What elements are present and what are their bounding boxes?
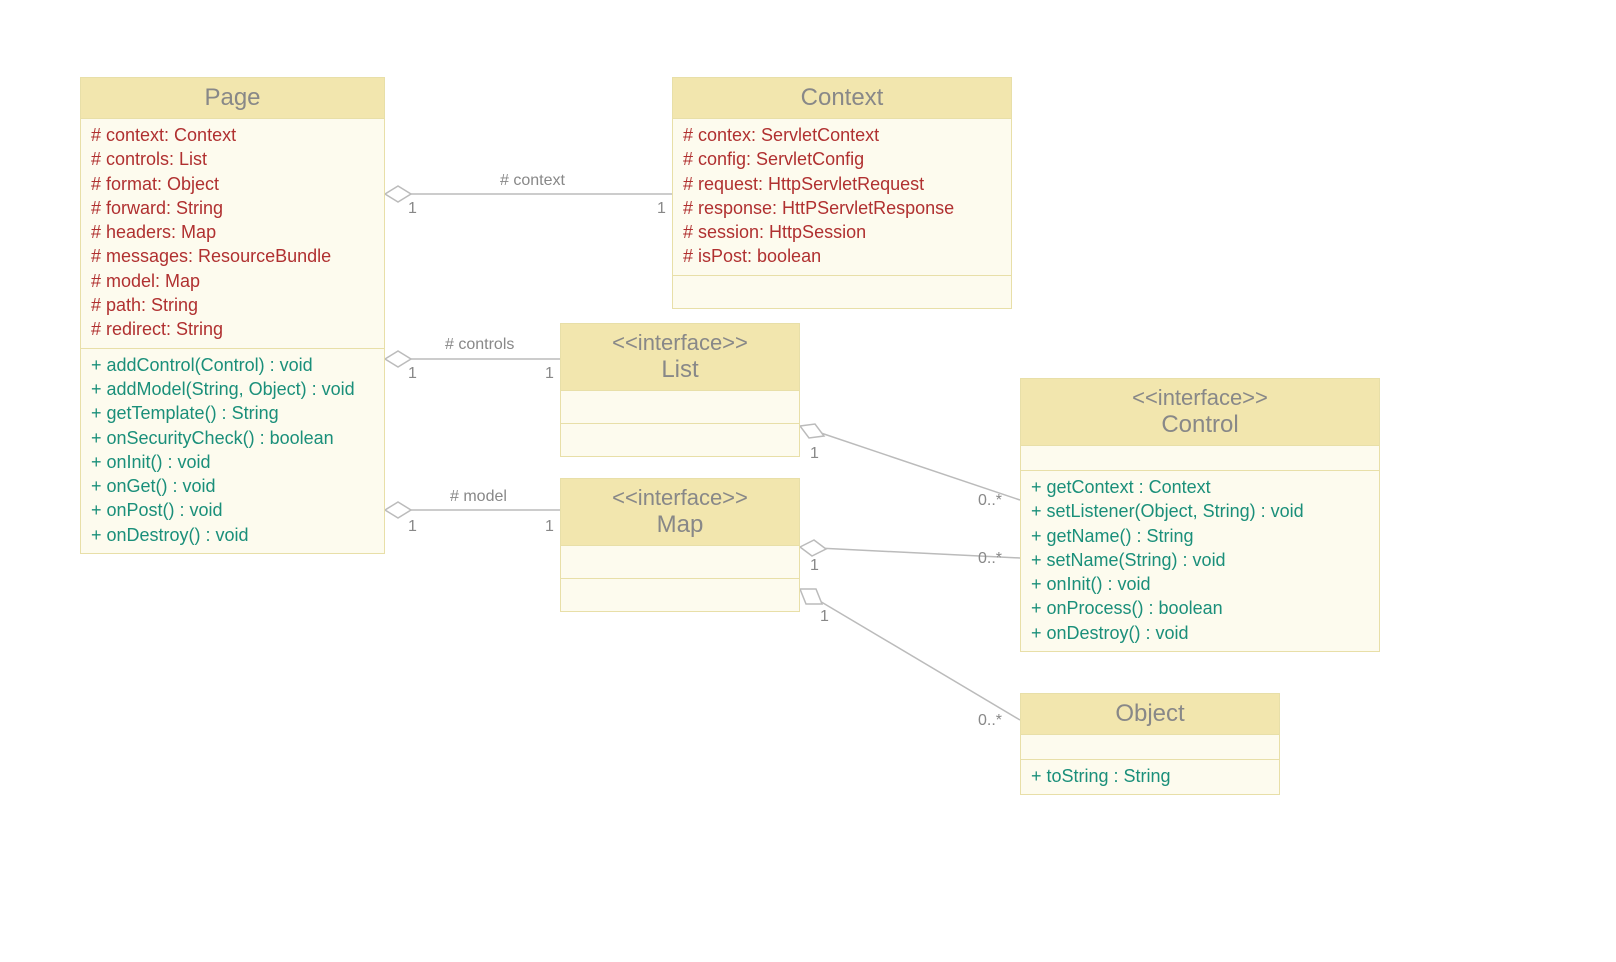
title-text: Map: [657, 511, 704, 538]
rel-map-object: [818, 600, 1020, 720]
class-map-attrs: [561, 546, 799, 579]
class-context-attrs: # contex: ServletContext # config: Servl…: [673, 119, 1011, 276]
mult-map-object-left: 1: [820, 608, 829, 626]
class-page-ops: + addControl(Control) : void + addModel(…: [81, 349, 384, 553]
diamond-map-control: [800, 540, 826, 556]
class-context-title: Context: [673, 78, 1011, 119]
attr: # model: Map: [91, 269, 374, 293]
op: + getName() : String: [1031, 524, 1369, 548]
op: + addModel(String, Object) : void: [91, 377, 374, 401]
mult-page-list-right: 1: [545, 365, 554, 383]
class-object: Object + toString : String: [1020, 693, 1280, 795]
mult-page-map-left: 1: [408, 518, 417, 536]
class-control: <<interface>> Control + getContext : Con…: [1020, 378, 1380, 652]
rel-list-control: [818, 432, 1020, 500]
class-page-attrs: # context: Context # controls: List # fo…: [81, 119, 384, 349]
attr: # redirect: String: [91, 317, 374, 341]
attr: # controls: List: [91, 147, 374, 171]
class-page: Page # context: Context # controls: List…: [80, 77, 385, 554]
op: + onPost() : void: [91, 498, 374, 522]
class-context-ops: [673, 276, 1011, 308]
attr: # forward: String: [91, 196, 374, 220]
op: + onInit() : void: [91, 450, 374, 474]
class-context: Context # contex: ServletContext # confi…: [672, 77, 1012, 309]
op: + onSecurityCheck() : boolean: [91, 426, 374, 450]
diamond-map-object: [800, 589, 822, 604]
class-list-ops: [561, 424, 799, 456]
class-control-ops: + getContext : Context + setListener(Obj…: [1021, 471, 1379, 651]
class-object-attrs: [1021, 735, 1279, 760]
class-control-title: <<interface>> Control: [1021, 379, 1379, 446]
mult-map-object-right: 0..*: [978, 712, 1002, 730]
op: + getContext : Context: [1031, 475, 1369, 499]
attr: # session: HttpSession: [683, 220, 1001, 244]
title-text: Control: [1161, 411, 1238, 438]
class-control-attrs: [1021, 446, 1379, 471]
class-list-title: <<interface>> List: [561, 324, 799, 391]
op: + onProcess() : boolean: [1031, 596, 1369, 620]
class-object-ops: + toString : String: [1021, 760, 1279, 794]
op: + toString : String: [1031, 764, 1269, 788]
mult-map-control-left: 1: [810, 557, 819, 575]
attr: # contex: ServletContext: [683, 123, 1001, 147]
class-list: <<interface>> List: [560, 323, 800, 457]
mult-page-context-left: 1: [408, 200, 417, 218]
op: + getTemplate() : String: [91, 401, 374, 425]
class-map-ops: [561, 579, 799, 611]
attr: # response: HttPServletResponse: [683, 196, 1001, 220]
mult-list-control-left: 1: [810, 445, 819, 463]
attr: # headers: Map: [91, 220, 374, 244]
diamond-page-map: [385, 502, 411, 518]
mult-page-context-right: 1: [657, 200, 666, 218]
stereotype: <<interface>>: [571, 330, 789, 356]
mult-page-map-right: 1: [545, 518, 554, 536]
op: + setName(String) : void: [1031, 548, 1369, 572]
attr: # context: Context: [91, 123, 374, 147]
rel-label-context: # context: [500, 172, 565, 190]
diamond-list-control: [800, 424, 824, 438]
class-map-title: <<interface>> Map: [561, 479, 799, 546]
class-page-title: Page: [81, 78, 384, 119]
op: + setListener(Object, String) : void: [1031, 499, 1369, 523]
mult-list-control-right: 0..*: [978, 492, 1002, 510]
op: + onDestroy() : void: [1031, 621, 1369, 645]
mult-map-control-right: 0..*: [978, 550, 1002, 568]
title-text: List: [661, 356, 698, 383]
class-map: <<interface>> Map: [560, 478, 800, 612]
attr: # format: Object: [91, 172, 374, 196]
rel-label-controls: # controls: [445, 336, 514, 354]
op: + onDestroy() : void: [91, 523, 374, 547]
op: + onGet() : void: [91, 474, 374, 498]
attr: # path: String: [91, 293, 374, 317]
attr: # config: ServletConfig: [683, 147, 1001, 171]
class-list-attrs: [561, 391, 799, 424]
attr: # isPost: boolean: [683, 244, 1001, 268]
attr: # request: HttpServletRequest: [683, 172, 1001, 196]
op: + onInit() : void: [1031, 572, 1369, 596]
class-object-title: Object: [1021, 694, 1279, 735]
op: + addControl(Control) : void: [91, 353, 374, 377]
mult-page-list-left: 1: [408, 365, 417, 383]
stereotype: <<interface>>: [571, 485, 789, 511]
attr: # messages: ResourceBundle: [91, 244, 374, 268]
stereotype: <<interface>>: [1031, 385, 1369, 411]
rel-label-model: # model: [450, 488, 507, 506]
